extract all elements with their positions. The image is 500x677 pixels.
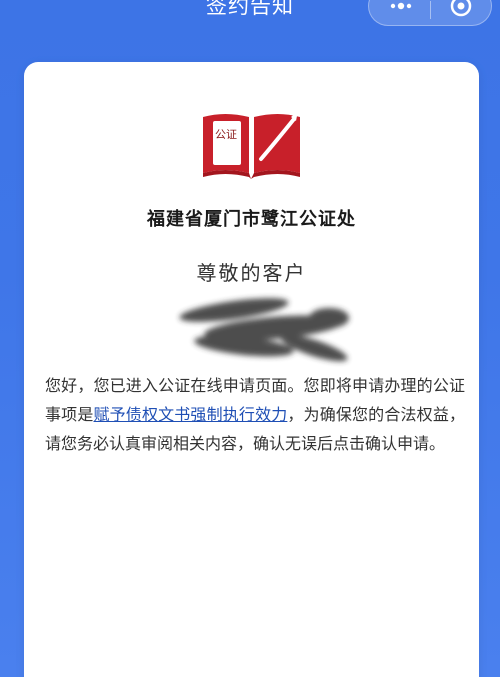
notice-body: 您好，您已进入公证在线申请页面。您即将申请办理的公证事项是赋予债权文书强制执行效…: [45, 371, 465, 458]
notary-office-name: 福建省厦门市鹭江公证处: [147, 209, 356, 230]
logo-calligraphy-text: 公证: [215, 128, 237, 141]
target-circle-icon[interactable]: [441, 0, 481, 23]
notary-item-link[interactable]: 赋予债权文书强制执行效力: [93, 405, 287, 424]
greeting-title: 尊敬的客户: [196, 261, 307, 285]
redacted-customer-name: [179, 298, 349, 362]
capsule-divider: [430, 1, 431, 19]
notary-book-pen-logo: [203, 111, 300, 179]
more-dots-icon[interactable]: [383, 0, 419, 23]
notice-card: 公证 福建省厦门市鹭江公证处 尊敬的客户 您好，您已进入公证在线申请页面。您即将…: [24, 62, 479, 677]
mini-program-capsule: [368, 0, 492, 26]
